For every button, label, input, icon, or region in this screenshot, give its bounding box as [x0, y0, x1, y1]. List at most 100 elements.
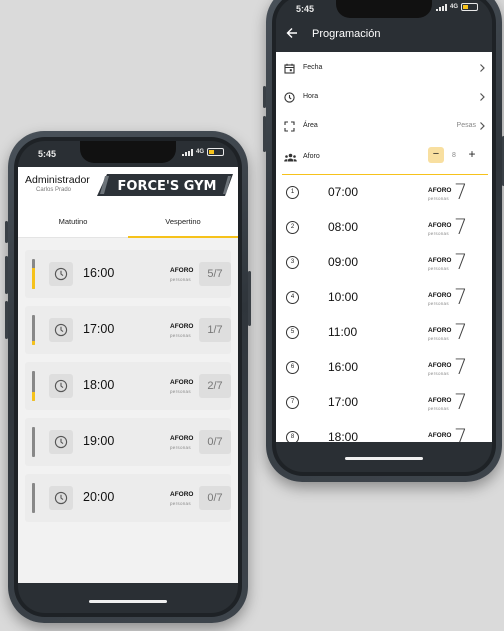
aforo-sublabel: personas — [428, 371, 449, 376]
row-time: 11:00 — [328, 325, 358, 339]
admin-header: Administrador Carlos Prado FORCE'S GYM — [18, 167, 238, 207]
status-indicators: 4G — [435, 3, 478, 11]
row-number: 3 — [286, 256, 299, 269]
row-time: 16:00 — [328, 360, 359, 374]
logo-text: FORCE'S GYM — [118, 179, 217, 194]
network-label: 4G — [195, 149, 204, 155]
chevron-right-icon — [480, 93, 485, 101]
aforo-label: AFORO — [428, 257, 452, 264]
fecha-label: Fecha — [303, 64, 323, 71]
calendar-icon — [284, 63, 295, 74]
aforo-label: AFORO — [170, 491, 194, 498]
clock-icon — [49, 318, 73, 342]
row-time: 08:00 — [328, 220, 359, 234]
tab-matutino[interactable]: Matutino — [18, 207, 128, 237]
aforo-field-label: Aforo — [303, 153, 320, 160]
aforo-sublabel: personas — [170, 333, 191, 338]
schedule-row[interactable]: 8 18:00 AFORO personas 7 — [276, 420, 492, 442]
aforo-sublabel: personas — [170, 277, 191, 282]
schedule-row[interactable]: 4 10:00 AFORO personas 7 — [276, 280, 492, 315]
signal-icon — [181, 148, 193, 156]
decrement-button[interactable]: − — [428, 147, 444, 163]
row-number: 6 — [286, 361, 299, 374]
aforo-label: AFORO — [428, 187, 452, 194]
aforo-sublabel: personas — [170, 501, 191, 506]
gym-logo: FORCE'S GYM — [97, 174, 233, 196]
clock-icon — [284, 92, 295, 103]
people-icon — [284, 153, 297, 162]
row-number: 7 — [286, 396, 299, 409]
aforo-sublabel: personas — [428, 266, 449, 271]
row-capacity: 7 — [454, 285, 468, 309]
fullscreen-icon — [284, 121, 295, 132]
aforo-label: AFORO — [428, 397, 452, 404]
slot-occupancy: 5/7 — [199, 262, 231, 286]
phone-notch — [80, 141, 176, 163]
time-slot-card[interactable]: 20:00 AFORO personas 0/7 — [25, 474, 231, 522]
row-number: 1 — [286, 186, 299, 199]
chevron-right-icon — [480, 122, 485, 130]
occupancy-bar — [32, 483, 35, 513]
status-time: 5:45 — [38, 149, 57, 159]
clock-icon — [49, 374, 73, 398]
hora-field[interactable]: Hora — [276, 83, 492, 112]
row-time: 18:00 — [328, 430, 359, 442]
aforo-sublabel: personas — [428, 196, 449, 201]
fecha-field[interactable]: Fecha — [276, 54, 492, 83]
home-indicator[interactable] — [345, 457, 423, 460]
left-screen: 5:45 4G Administrador Carlos Prado FORCE… — [18, 141, 238, 613]
time-slot-card[interactable]: 18:00 AFORO personas 2/7 — [25, 362, 231, 410]
schedule-row[interactable]: 3 09:00 AFORO personas 7 — [276, 245, 492, 280]
schedule-form: Fecha Hora Área Pesas Aforo − 8 + 1 07:0… — [276, 52, 492, 442]
increment-button[interactable]: + — [464, 147, 480, 163]
slot-occupancy: 0/7 — [199, 430, 231, 454]
aforo-label: AFORO — [428, 362, 452, 369]
schedule-row[interactable]: 1 07:00 AFORO personas 7 — [276, 175, 492, 210]
home-indicator[interactable] — [89, 600, 167, 603]
hora-label: Hora — [303, 93, 319, 100]
occupancy-bar — [32, 427, 35, 457]
schedule-row[interactable]: 7 17:00 AFORO personas 7 — [276, 385, 492, 420]
phone-side-button — [263, 86, 266, 108]
area-field[interactable]: Área Pesas — [276, 112, 492, 141]
schedule-row[interactable]: 6 16:00 AFORO personas 7 — [276, 350, 492, 385]
row-capacity: 7 — [454, 320, 468, 344]
slot-occupancy: 2/7 — [199, 374, 231, 398]
signal-icon — [435, 3, 447, 11]
app-header: Programación — [276, 18, 492, 52]
row-capacity: 7 — [454, 180, 468, 204]
status-time: 5:45 — [296, 4, 315, 14]
schedule-row[interactable]: 5 11:00 AFORO personas 7 — [276, 315, 492, 350]
slot-time: 16:00 — [83, 266, 115, 280]
aforo-label: AFORO — [170, 435, 194, 442]
row-capacity: 7 — [454, 215, 468, 239]
aforo-sublabel: personas — [428, 231, 449, 236]
aforo-label: AFORO — [428, 432, 452, 439]
tab-vespertino[interactable]: Vespertino — [128, 207, 238, 238]
time-slot-card[interactable]: 16:00 AFORO personas 5/7 — [25, 250, 231, 298]
time-slot-card[interactable]: 17:00 AFORO personas 1/7 — [25, 306, 231, 354]
aforo-sublabel: personas — [428, 336, 449, 341]
aforo-label: AFORO — [170, 267, 194, 274]
occupancy-bar-fill — [32, 267, 35, 289]
slot-time: 20:00 — [83, 490, 115, 504]
aforo-label: AFORO — [428, 327, 452, 334]
phone-side-button — [5, 301, 8, 339]
back-arrow-icon[interactable] — [286, 27, 298, 39]
clock-icon — [49, 430, 73, 454]
schedule-row[interactable]: 2 08:00 AFORO personas 7 — [276, 210, 492, 245]
right-screen: 5:45 4G Programación Fecha Hora Área Pes… — [276, 0, 492, 472]
phone-side-button — [5, 256, 8, 294]
occupancy-bar — [32, 371, 35, 401]
battery-icon — [207, 148, 224, 156]
slot-occupancy: 1/7 — [199, 318, 231, 342]
left-app: Administrador Carlos Prado FORCE'S GYM M… — [18, 167, 238, 583]
phone-side-button — [5, 221, 8, 243]
area-label: Área — [303, 122, 318, 129]
time-slot-card[interactable]: 19:00 AFORO personas 0/7 — [25, 418, 231, 466]
row-time: 09:00 — [328, 255, 359, 269]
admin-title: Administrador — [25, 174, 90, 186]
phone-side-button — [263, 116, 266, 152]
row-capacity: 7 — [454, 425, 468, 442]
slot-time: 17:00 — [83, 322, 115, 336]
